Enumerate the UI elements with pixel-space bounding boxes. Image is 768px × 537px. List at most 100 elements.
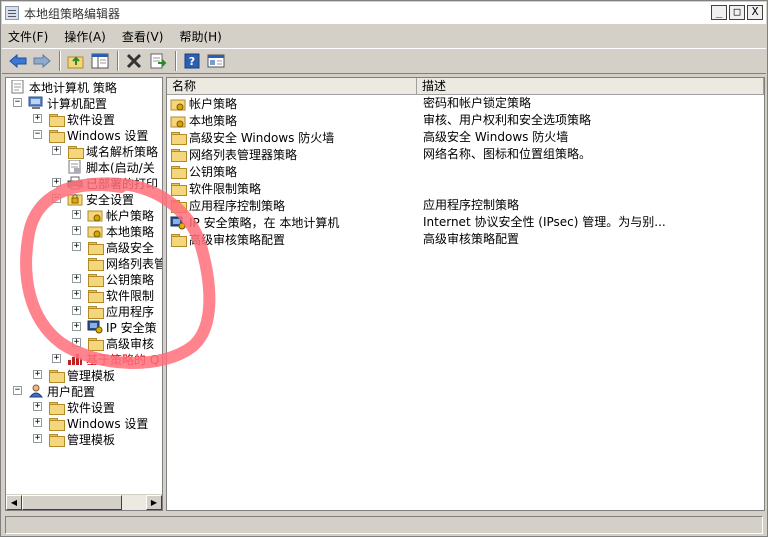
tree-item-root[interactable]: 本地计算机 策略 [10,79,117,95]
list-row[interactable]: 网络列表管理器策略 网络名称、图标和位置组策略。 [167,146,764,163]
minimize-button[interactable]: _ [711,5,727,20]
scroll-right-arrow-icon[interactable]: ▶ [146,495,162,510]
window-title: 本地组策略编辑器 [24,6,121,21]
expand-toggle[interactable]: + [72,338,81,347]
close-button[interactable]: X [747,5,763,20]
tree-item-user-admin-templates[interactable]: 管理模板 [48,431,115,447]
list-row-name-text: 应用程序控制策略 [189,199,286,213]
expand-toggle[interactable]: + [52,178,61,187]
ip-security-icon [170,216,186,229]
forward-button[interactable] [31,50,53,72]
scroll-left-arrow-icon[interactable]: ◀ [6,495,22,510]
tree-item-dns-policy[interactable]: 域名解析策略 [67,143,158,159]
maximize-button[interactable]: □ [729,5,745,20]
back-arrow-icon [9,54,27,68]
collapse-toggle[interactable]: − [13,386,22,395]
back-button[interactable] [7,50,29,72]
expand-toggle[interactable]: + [72,210,81,219]
expand-toggle[interactable]: + [72,290,81,299]
show-hide-tree-button[interactable] [89,50,111,72]
folder-lock-icon [87,226,103,238]
list-row[interactable]: 高级审核策略配置 高级审核策略配置 [167,231,764,248]
expand-toggle[interactable]: + [33,114,42,123]
list-row[interactable]: 高级安全 Windows 防火墙 高级安全 Windows 防火墙 [167,129,764,146]
tree-item-security-settings[interactable]: 安全设置 [67,191,134,207]
collapse-toggle[interactable]: − [33,130,42,139]
expand-toggle[interactable]: + [52,146,61,155]
expand-toggle[interactable]: + [72,274,81,283]
tree-item-windows-settings[interactable]: Windows 设置 [48,127,148,143]
tree-item-user-config[interactable]: 用户配置 [28,383,95,399]
tree-label: Windows 设置 [67,128,149,143]
tree-item-network-list[interactable]: 网络列表管 [87,255,162,271]
tree-label: 管理模板 [67,432,116,447]
expand-toggle[interactable]: + [72,242,81,251]
tree-item-user-software-settings[interactable]: 软件设置 [48,399,115,415]
list-row[interactable]: 帐户策略 密码和帐户锁定策略 [167,95,764,112]
list-row-name: IP 安全策略，在 本地计算机 [170,214,339,231]
status-bar [2,514,766,536]
forward-arrow-icon [33,54,51,68]
list-row[interactable]: IP 安全策略，在 本地计算机 Internet 协议安全性 (IPsec) 管理… [167,214,764,231]
expand-toggle[interactable]: + [72,306,81,315]
tree-item-ip-security[interactable]: IP 安全策 [87,319,157,335]
tree-label: 基于策略的 Q [86,352,160,367]
expand-toggle[interactable]: + [33,402,42,411]
list-row[interactable]: 公钥策略 [167,163,764,180]
list-row-name: 帐户策略 [170,95,237,112]
up-one-level-button[interactable] [65,50,87,72]
expand-toggle[interactable]: + [72,226,81,235]
list-row[interactable]: 应用程序控制策略 应用程序控制策略 [167,197,764,214]
tree-item-computer-config[interactable]: 计算机配置 [28,95,107,111]
tree-item-software-settings[interactable]: 软件设置 [48,111,115,127]
help-button[interactable]: ? [181,50,203,72]
help-icon: ? [184,53,200,69]
collapse-toggle[interactable]: − [52,194,61,203]
folder-icon [170,182,187,196]
expand-toggle[interactable]: + [33,434,42,443]
folder-icon [87,337,104,351]
details-pane[interactable]: 名称 描述 帐户策略 密码和帐户锁定策略 本地策略 审核、用户权利和安全选项策略 高级安… [166,77,765,511]
toolbar-separator [175,51,177,71]
list-row[interactable]: 软件限制策略 [167,180,764,197]
export-list-button[interactable] [147,50,169,72]
menu-action[interactable]: 操作(A) [64,28,106,45]
menu-view[interactable]: 查看(V) [122,28,164,45]
expand-toggle[interactable]: + [33,418,42,427]
tree-item-advanced-firewall[interactable]: 高级安全 [87,239,154,255]
delete-button[interactable] [123,50,145,72]
tree-label: 高级审核 [106,336,155,351]
tree-item-user-windows-settings[interactable]: Windows 设置 [48,415,148,431]
tree-item-account-policies[interactable]: 帐户策略 [87,207,154,223]
tree-item-local-policies[interactable]: 本地策略 [87,223,154,239]
tree-item-app-control[interactable]: 应用程序 [87,303,154,319]
folder-icon [48,369,65,383]
tree-horizontal-scrollbar[interactable]: ◀ ▶ [6,494,162,510]
tree-label: 管理模板 [67,368,116,383]
column-header-name[interactable]: 名称 [167,78,417,95]
folder-icon [87,305,104,319]
tree-label: 计算机配置 [47,96,108,111]
tree-item-qos[interactable]: 基于策略的 Q [67,351,159,367]
qos-chart-icon [68,354,82,365]
expand-toggle[interactable]: + [72,322,81,331]
tree-pane[interactable]: 本地计算机 策略 − 计算机配置 + 软件设置 − Windows 设置 + 域… [5,77,163,511]
tree-item-deployed-printers[interactable]: 已部署的打印 [67,175,158,191]
menu-file[interactable]: 文件(F) [8,28,48,45]
tree-item-admin-templates[interactable]: 管理模板 [48,367,115,383]
column-header-description[interactable]: 描述 [417,78,764,95]
tree-item-advanced-audit[interactable]: 高级审核 [87,335,154,351]
folder-lock-icon [170,116,186,127]
tree-item-public-key[interactable]: 公钥策略 [87,271,154,287]
list-row[interactable]: 本地策略 审核、用户权利和安全选项策略 [167,112,764,129]
menu-help[interactable]: 帮助(H) [179,28,221,45]
properties-button[interactable] [205,50,227,72]
tree-label: 脚本(启动/关 [86,160,155,175]
tree-item-scripts[interactable]: 脚本(启动/关 [67,159,155,175]
collapse-toggle[interactable]: − [13,98,22,107]
expand-toggle[interactable]: + [33,370,42,379]
scroll-thumb[interactable] [22,495,122,510]
folder-icon [48,129,65,143]
expand-toggle[interactable]: + [52,354,61,363]
tree-item-software-restriction[interactable]: 软件限制 [87,287,154,303]
